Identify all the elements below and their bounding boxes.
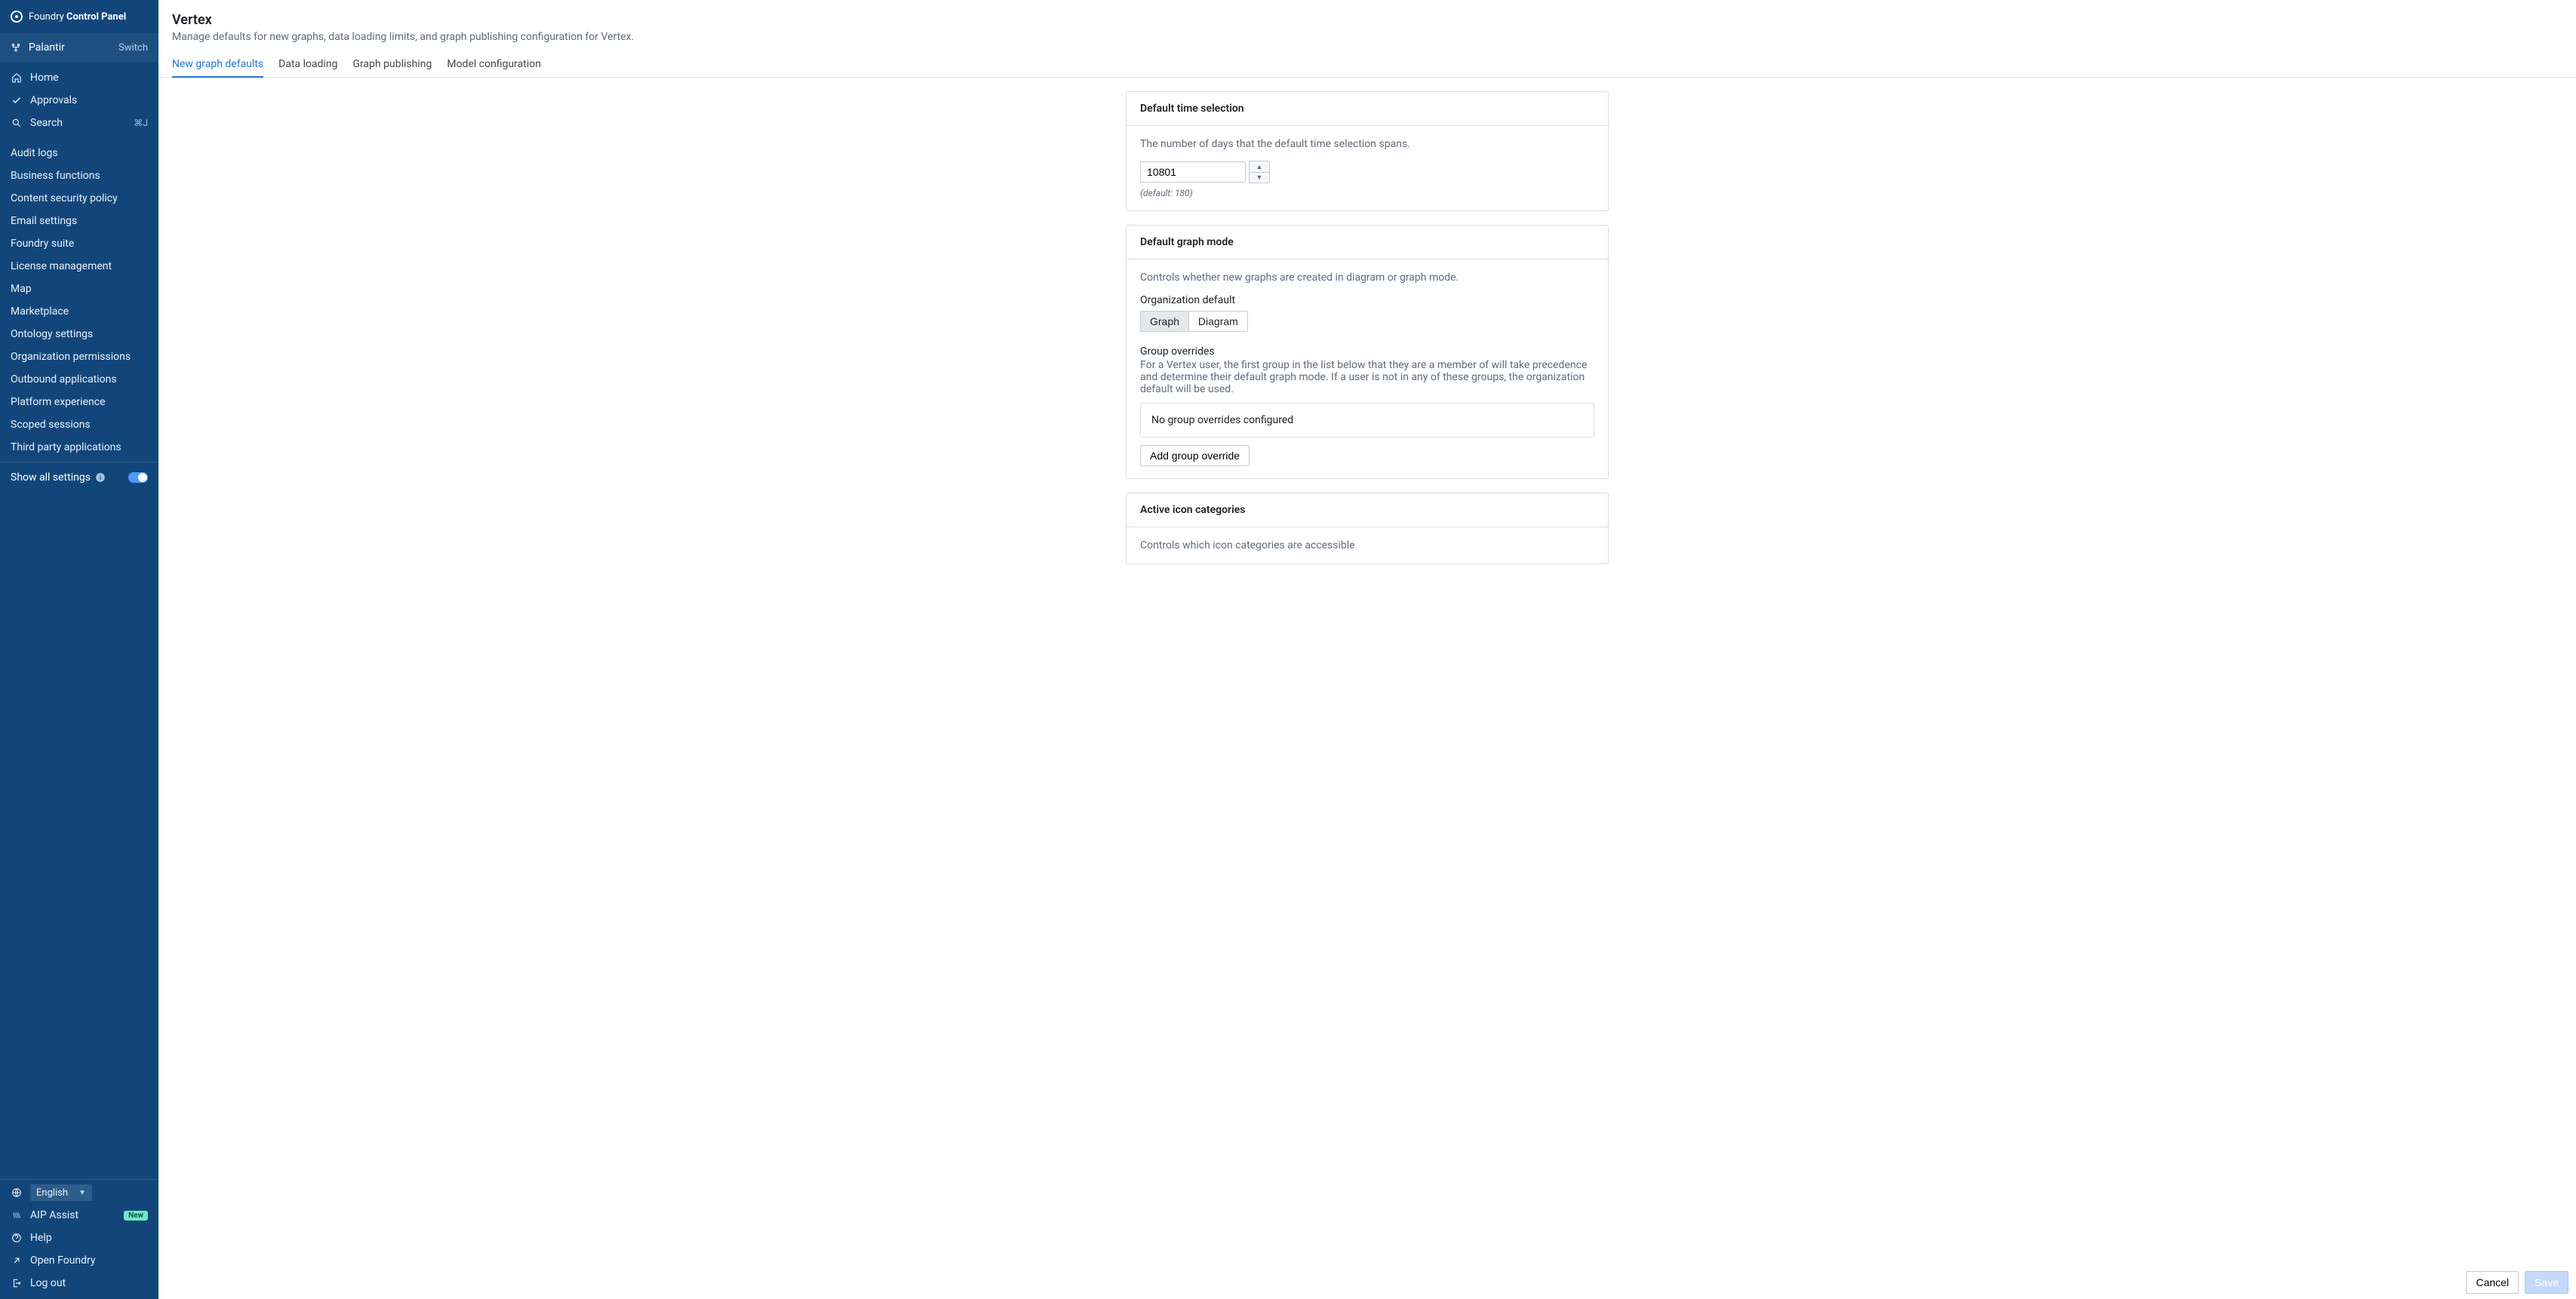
tabs: New graph defaults Data loading Graph pu… (158, 54, 2576, 78)
language-pill[interactable]: English ▼ (30, 1184, 92, 1201)
help[interactable]: Help (0, 1227, 158, 1249)
time-span-stepper: ▲ ▼ (1249, 161, 1270, 183)
chevron-down-icon: ▼ (78, 1189, 86, 1197)
tab-data-loading[interactable]: Data loading (278, 54, 337, 78)
card-default-time-selection: Default time selection The number of day… (1126, 91, 1609, 211)
cancel-button[interactable]: Cancel (2466, 1271, 2519, 1294)
overrides-empty-state: No group overrides configured (1140, 403, 1594, 438)
logout-icon (11, 1277, 23, 1289)
card-active-icon-categories: Active icon categories Controls which ic… (1126, 493, 1609, 564)
card-description: The number of days that the default time… (1140, 138, 1594, 150)
graph-mode-segmented: Graph Diagram (1140, 311, 1248, 332)
card-header: Default time selection (1127, 92, 1608, 126)
nav-home[interactable]: Home (0, 66, 158, 89)
subnav-business-functions[interactable]: Business functions (0, 164, 158, 187)
org-switcher[interactable]: Palantir Switch (0, 33, 158, 62)
subnav-outbound-applications[interactable]: Outbound applications (0, 368, 158, 391)
card-header: Default graph mode (1127, 226, 1608, 259)
search-icon (11, 117, 23, 129)
main: Vertex Manage defaults for new graphs, d… (158, 0, 2576, 1299)
org-default-label: Organization default (1140, 294, 1594, 306)
primary-nav: Home Approvals Search ⌘J (0, 62, 158, 139)
subnav-audit-logs[interactable]: Audit logs (0, 142, 158, 164)
subnav-content-security-policy[interactable]: Content security policy (0, 187, 158, 210)
subnav-third-party-applications[interactable]: Third party applications (0, 436, 158, 459)
show-all-toggle[interactable] (128, 472, 148, 483)
seg-diagram[interactable]: Diagram (1188, 312, 1247, 331)
subnav-organization-permissions[interactable]: Organization permissions (0, 345, 158, 368)
aip-icon (11, 1209, 23, 1221)
subnav-platform-experience[interactable]: Platform experience (0, 391, 158, 413)
time-span-input[interactable] (1140, 161, 1246, 183)
subnav-map[interactable]: Map (0, 278, 158, 300)
new-badge: New (124, 1211, 148, 1221)
svg-text:i: i (100, 474, 101, 481)
group-overrides-label: Group overrides (1140, 345, 1594, 358)
page-header: Vertex Manage defaults for new graphs, d… (158, 0, 2576, 43)
nav-search[interactable]: Search ⌘J (0, 112, 158, 134)
info-icon: i (95, 472, 106, 483)
app-name: Foundry Control Panel (29, 11, 126, 23)
card-description: Controls which icon categories are acces… (1140, 539, 1594, 551)
default-hint: (default: 180) (1140, 188, 1594, 198)
org-name: Palantir (29, 41, 65, 54)
group-overrides-desc: For a Vertex user, the first group in th… (1140, 359, 1594, 395)
tab-graph-publishing[interactable]: Graph publishing (353, 54, 432, 78)
secondary-nav: Audit logs Business functions Content se… (0, 139, 158, 462)
external-link-icon (11, 1254, 23, 1267)
subnav-marketplace[interactable]: Marketplace (0, 300, 158, 323)
tab-model-configuration[interactable]: Model configuration (447, 54, 541, 78)
add-group-override-button[interactable]: Add group override (1140, 445, 1250, 466)
subnav-license-management[interactable]: License management (0, 255, 158, 278)
tab-new-graph-defaults[interactable]: New graph defaults (172, 54, 263, 78)
subnav-ontology-settings[interactable]: Ontology settings (0, 323, 158, 345)
foundry-logo-icon (11, 11, 23, 23)
page-subtitle: Manage defaults for new graphs, data loa… (172, 31, 2562, 43)
language-selector[interactable]: English ▼ (0, 1181, 158, 1204)
sidebar-footer: English ▼ AIP Assist New Help Open Found… (0, 1179, 158, 1299)
open-foundry[interactable]: Open Foundry (0, 1249, 158, 1272)
home-icon (11, 72, 23, 84)
nav-approvals[interactable]: Approvals (0, 89, 158, 112)
page-title: Vertex (172, 12, 2562, 28)
seg-graph[interactable]: Graph (1141, 312, 1188, 331)
content: Default time selection The number of day… (158, 78, 2576, 1299)
org-icon (11, 42, 21, 53)
log-out[interactable]: Log out (0, 1272, 158, 1294)
card-header: Active icon categories (1127, 493, 1608, 527)
step-up-button[interactable]: ▲ (1250, 161, 1269, 172)
globe-icon (11, 1187, 23, 1199)
step-down-button[interactable]: ▼ (1250, 172, 1269, 183)
subnav-scoped-sessions[interactable]: Scoped sessions (0, 413, 158, 436)
card-default-graph-mode: Default graph mode Controls whether new … (1126, 225, 1609, 479)
action-bar: Cancel Save (158, 1266, 2576, 1299)
search-shortcut: ⌘J (134, 118, 148, 128)
subnav-email-settings[interactable]: Email settings (0, 210, 158, 232)
show-all-settings-row: Show all settings i (0, 462, 158, 492)
sidebar: Foundry Control Panel Palantir Switch Ho… (0, 0, 158, 1299)
aip-assist[interactable]: AIP Assist New (0, 1204, 158, 1227)
check-icon (11, 94, 23, 106)
subnav-foundry-suite[interactable]: Foundry suite (0, 232, 158, 255)
save-button[interactable]: Save (2525, 1271, 2568, 1294)
app-header: Foundry Control Panel (0, 0, 158, 33)
card-description: Controls whether new graphs are created … (1140, 272, 1594, 284)
help-icon (11, 1232, 23, 1244)
switch-org-link[interactable]: Switch (118, 42, 148, 54)
